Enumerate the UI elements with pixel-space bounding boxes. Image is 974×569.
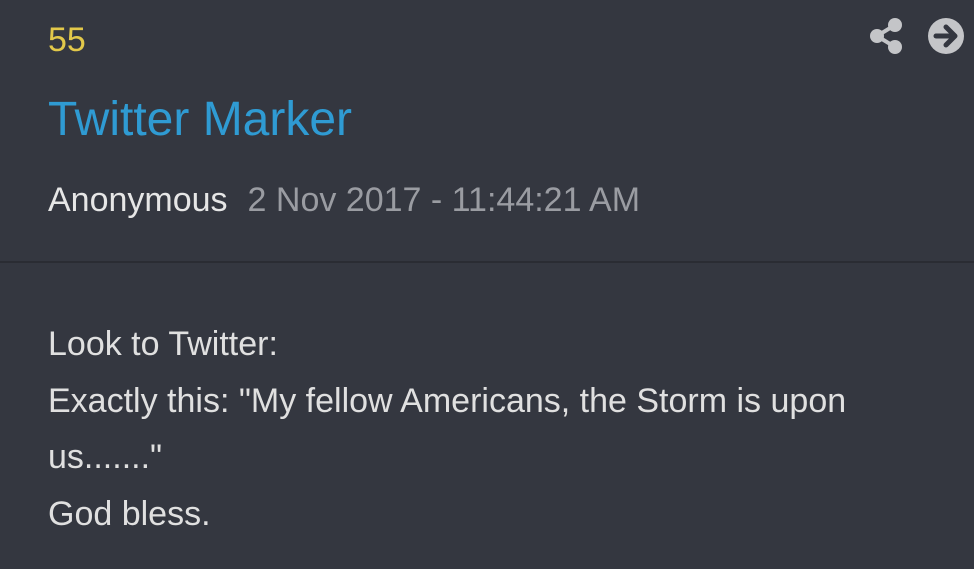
post-header: 55 Twitter Marker Anonymous 2 Nov 2017 -… [0, 0, 974, 261]
post-timestamp: 2 Nov 2017 - 11:44:21 AM [247, 181, 641, 219]
share-icon [870, 18, 902, 54]
post-body-line: Exactly this: "My fellow Americans, the … [48, 381, 847, 477]
post-body-line: God bless. [48, 494, 211, 533]
post-number: 55 [48, 21, 86, 59]
open-post-button[interactable] [926, 16, 966, 56]
arrow-right-circle-icon [928, 18, 964, 54]
post-card: 55 Twitter Marker Anonymous 2 Nov 2017 -… [0, 0, 974, 569]
post-meta: Anonymous 2 Nov 2017 - 11:44:21 AM [48, 180, 640, 220]
post-body: Look to Twitter: Exactly this: "My fello… [48, 316, 928, 542]
post-actions [866, 16, 966, 56]
share-button[interactable] [866, 16, 906, 56]
post-title[interactable]: Twitter Marker [48, 92, 352, 148]
post-author: Anonymous [48, 181, 228, 219]
header-divider [0, 261, 974, 263]
post-body-line: Look to Twitter: [48, 325, 278, 363]
